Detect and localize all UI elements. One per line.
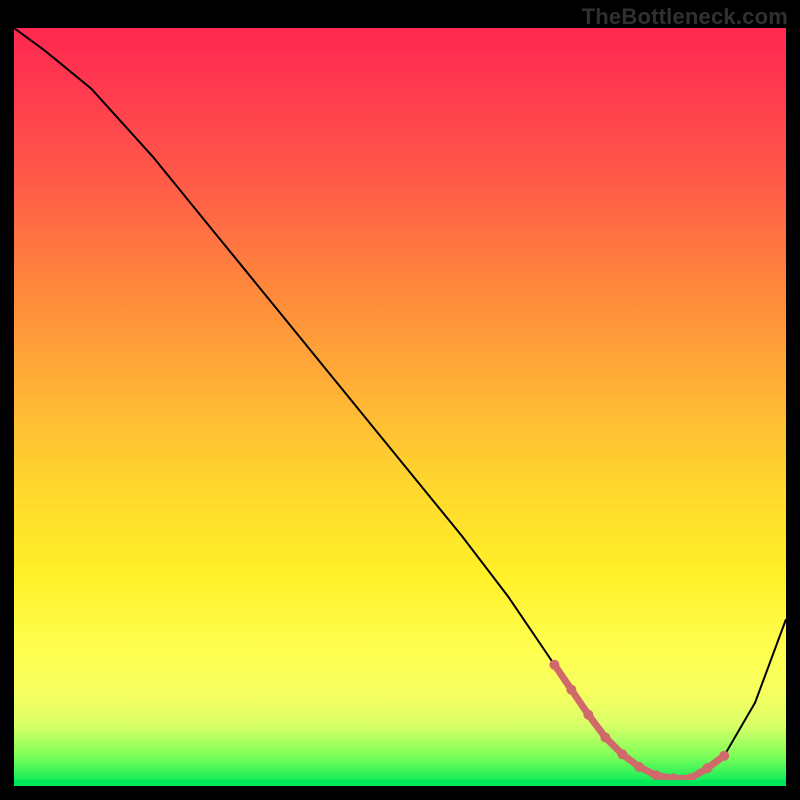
watermark-text: TheBottleneck.com [582,4,788,30]
highlight-dot [719,751,729,761]
bottleneck-curve-svg [14,28,786,786]
highlight-dot [702,763,712,773]
plot-frame [14,28,786,786]
highlight-dot [600,733,610,743]
bottleneck-curve-path [14,28,786,778]
chart-stage: TheBottleneck.com [0,0,800,800]
plot-area [14,28,786,786]
highlight-dot [651,770,661,780]
highlight-dot [583,710,593,720]
highlight-dot [566,685,576,695]
highlight-dot [617,749,627,759]
green-bottom-strip [14,780,786,786]
bottleneck-highlight-dots [549,660,729,784]
highlight-dot [634,762,644,772]
bottleneck-highlight-path [554,665,724,779]
highlight-dot [549,660,559,670]
